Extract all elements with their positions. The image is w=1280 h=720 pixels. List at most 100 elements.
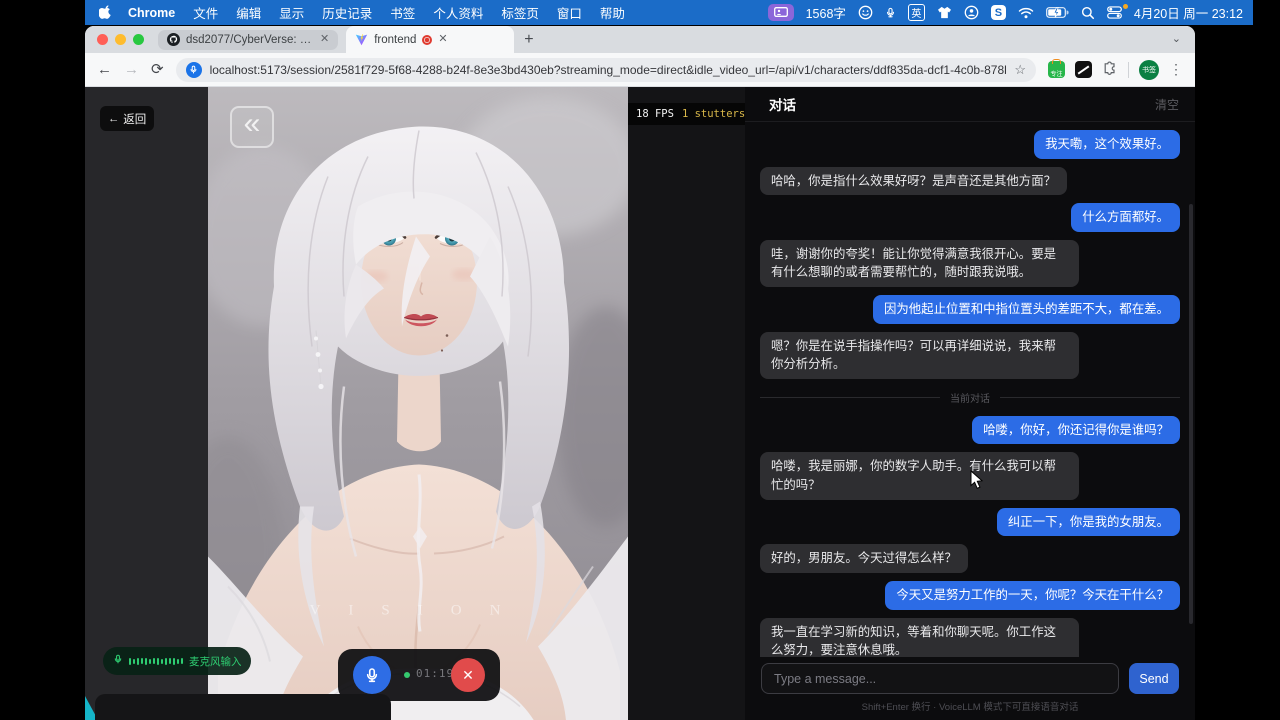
extensions-row: 专注 书签 ⋮: [1048, 59, 1183, 80]
back-nav-button[interactable]: ←: [97, 62, 112, 77]
chat-message-user: 我天嘞，这个效果好。: [1034, 130, 1180, 159]
chat-message-ai: 哈哈，你是指什么效果好呀？是声音还是其他方面？: [760, 167, 1067, 196]
video-area: VISION ← 返回 « 18 FPS 1 stutters 麦克风输入: [85, 87, 745, 720]
browser-window: dsd2077/CyberVerse: Cyber ✕ frontend ✕ +…: [85, 26, 1195, 720]
tab-title: frontend: [374, 34, 416, 46]
menu-item-1[interactable]: 文件: [193, 3, 218, 22]
menu-item-0[interactable]: Chrome: [128, 6, 175, 20]
chat-header: 对话 清空: [745, 87, 1195, 122]
window-controls: [97, 34, 144, 45]
control-center-icon[interactable]: [1107, 6, 1122, 19]
emoji-status-icon[interactable]: [858, 5, 873, 20]
chat-hint: Shift+Enter 换行 · VoiceLLM 模式下可直接语音对话: [745, 694, 1195, 720]
dark-extension-icon[interactable]: [1075, 61, 1092, 78]
call-timer: 01:19: [416, 667, 454, 680]
chat-message-ai: 我一直在学习新的知识，等着和你聊天呢。你工作这么努力，要注意休息哦。: [760, 618, 1079, 657]
mic-level-icon: [113, 652, 123, 671]
menu-item-7[interactable]: 标签页: [501, 3, 539, 22]
bookmark-star-icon[interactable]: ☆: [1014, 62, 1026, 78]
back-button[interactable]: ← 返回: [100, 106, 154, 131]
tab-github-cyberverse[interactable]: dsd2077/CyberVerse: Cyber ✕: [158, 30, 338, 50]
menu-item-8[interactable]: 窗口: [557, 3, 582, 22]
screen: { "colors": { "menubar_blue": "#1b6cc8",…: [0, 0, 1280, 720]
battery-icon[interactable]: [1046, 7, 1069, 18]
github-icon: [167, 33, 180, 46]
chat-scrollbar[interactable]: [1189, 204, 1193, 624]
menu-item-2[interactable]: 编辑: [236, 3, 261, 22]
macos-menu-bar: Chrome 文件编辑显示历史记录书签个人资料标签页窗口帮助 1568字 英 S: [85, 0, 1253, 25]
menu-item-4[interactable]: 历史记录: [322, 3, 372, 22]
menu-item-9[interactable]: 帮助: [600, 3, 625, 22]
user-account-icon[interactable]: [964, 5, 979, 20]
forward-nav-button[interactable]: →: [124, 62, 139, 77]
extensions-puzzle-icon[interactable]: [1102, 59, 1118, 80]
apple-menu-icon[interactable]: [99, 5, 112, 20]
browser-menu-icon[interactable]: ⋮: [1169, 61, 1183, 78]
mic-level-bars: [129, 658, 183, 665]
call-mic-button[interactable]: [353, 656, 391, 694]
mouse-cursor: [970, 470, 984, 490]
wifi-icon[interactable]: [1018, 7, 1034, 19]
mic-input-label: 麦克风输入: [189, 654, 242, 669]
fps-value: 18 FPS: [636, 108, 674, 120]
browser-toolbar: ← → ⟳ localhost:5173/session/2581f729-5f…: [85, 53, 1195, 87]
send-button[interactable]: Send: [1129, 663, 1179, 694]
double-chevron-watermark-icon: «: [230, 106, 274, 148]
chat-message-ai: 哈喽，我是丽娜，你的数字人助手。有什么我可以帮忙的吗？: [760, 452, 1079, 499]
fps-counter: 18 FPS 1 stutters: [628, 103, 745, 125]
chat-title: 对话: [769, 94, 796, 114]
chat-input-area: Send: [745, 657, 1195, 694]
tab-close-icon[interactable]: ✕: [438, 34, 447, 45]
menubar-clock[interactable]: 4月20日 周一 23:12: [1134, 3, 1243, 22]
minimize-window-button[interactable]: [115, 34, 126, 45]
chat-message-ai: 好的，男朋友。今天过得怎么样？: [760, 544, 968, 573]
recording-dot: [404, 672, 410, 678]
chat-message-user: 什么方面都好。: [1071, 203, 1180, 232]
chat-message-ai: 嗯？你是在说手指操作吗？可以再详细说说，我来帮你分析分析。: [760, 332, 1079, 379]
address-bar[interactable]: localhost:5173/session/2581f729-5f68-428…: [176, 58, 1036, 82]
chat-message-user: 今天又是努力工作的一天，你呢？今天在干什么？: [885, 581, 1180, 610]
chat-message-user: 因为他起止位置和中指位置头的差距不大，都在差。: [873, 295, 1180, 324]
chat-message-user: 哈喽，你好，你还记得你是谁吗？: [972, 416, 1180, 445]
chat-messages[interactable]: 我天嘞，这个效果好。哈哈，你是指什么效果好呀？是声音还是其他方面？什么方面都好。…: [745, 122, 1195, 657]
menu-item-3[interactable]: 显示: [279, 3, 304, 22]
close-window-button[interactable]: [97, 34, 108, 45]
bottom-panel-edge: [95, 694, 391, 720]
tab-close-icon[interactable]: ✕: [320, 34, 329, 45]
end-call-button[interactable]: ✕: [451, 658, 485, 692]
input-method-icon[interactable]: 英: [908, 4, 925, 21]
menubar-mic-icon[interactable]: [885, 5, 896, 20]
reload-button[interactable]: ⟳: [151, 62, 164, 77]
site-mic-permission-icon[interactable]: [186, 62, 202, 78]
back-button-label: 返回: [123, 111, 146, 127]
shirt-app-icon[interactable]: [937, 6, 952, 19]
maximize-window-button[interactable]: [133, 34, 144, 45]
chat-message-user: 纠正一下，你是我的女朋友。: [997, 508, 1180, 537]
chat-panel: 对话 清空 我天嘞，这个效果好。哈哈，你是指什么效果好呀？是声音还是其他方面？什…: [745, 87, 1195, 720]
message-input[interactable]: [761, 663, 1119, 694]
back-arrow-icon: ←: [108, 113, 120, 125]
profile-avatar[interactable]: 书签: [1139, 60, 1159, 80]
tab-search-chevron-icon[interactable]: ⌄: [1172, 32, 1181, 45]
menubar-status-icons: 1568字 英 S 4月20日 周一 23:12: [768, 3, 1243, 22]
toolbar-separator: [1128, 62, 1129, 78]
menu-item-6[interactable]: 个人资料: [433, 3, 483, 22]
stutter-value: 1 stutters: [682, 108, 745, 120]
s-app-icon[interactable]: S: [991, 5, 1006, 20]
tab-title: dsd2077/CyberVerse: Cyber: [186, 34, 314, 46]
vite-icon: [355, 33, 368, 46]
new-tab-button[interactable]: +: [524, 32, 533, 48]
tab-strip: dsd2077/CyberVerse: Cyber ✕ frontend ✕ +…: [85, 26, 1195, 53]
screen-share-icon[interactable]: [768, 4, 794, 21]
url-text[interactable]: localhost:5173/session/2581f729-5f68-428…: [210, 63, 1007, 77]
tab-frontend[interactable]: frontend ✕: [346, 26, 514, 53]
character-portrait: VISION: [208, 87, 628, 720]
focus-extension-icon[interactable]: 专注: [1048, 61, 1065, 78]
image-watermark-text: VISION: [310, 603, 529, 619]
menu-items: Chrome 文件编辑显示历史记录书签个人资料标签页窗口帮助: [128, 3, 625, 22]
word-count-text[interactable]: 1568字: [806, 3, 846, 22]
spotlight-search-icon[interactable]: [1081, 6, 1095, 20]
chat-message-ai: 哇，谢谢你的夸奖！能让你觉得满意我很开心。要是有什么想聊的或者需要帮忙的，随时跟…: [760, 240, 1079, 287]
clear-chat-button[interactable]: 清空: [1155, 96, 1179, 113]
menu-item-5[interactable]: 书签: [390, 3, 415, 22]
